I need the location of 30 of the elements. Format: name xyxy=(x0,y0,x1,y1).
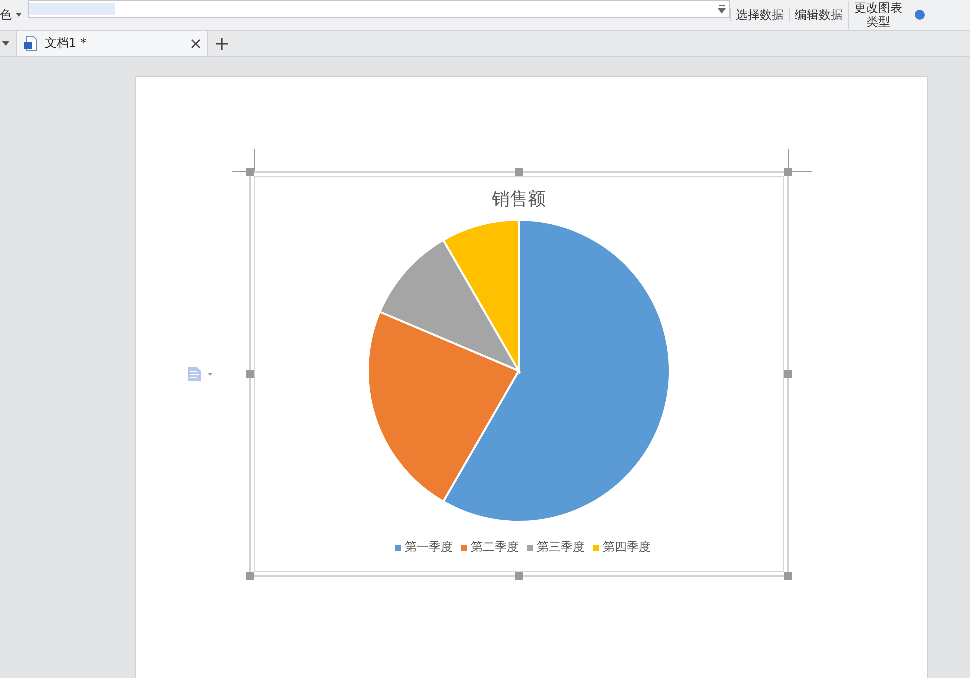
dropdown-icon[interactable] xyxy=(718,4,726,14)
layout-options-icon[interactable] xyxy=(188,367,214,381)
document-tab[interactable]: 文档1 * xyxy=(16,31,208,56)
legend-label: 第一季度 xyxy=(405,539,453,556)
color-label[interactable]: 色 xyxy=(0,6,12,24)
caret-icon[interactable] xyxy=(2,41,10,46)
chart-title: 销售额 xyxy=(492,188,546,211)
resize-handle[interactable] xyxy=(515,572,523,580)
corner-mark-icon xyxy=(788,149,812,173)
input-field[interactable] xyxy=(28,0,730,18)
chart-frame[interactable]: 销售额 第一季度 第二季度 第三季度 第四季度 xyxy=(249,171,789,577)
corner-mark-icon xyxy=(232,149,256,173)
legend-label: 第四季度 xyxy=(603,539,651,556)
caret-icon xyxy=(16,13,22,17)
resize-handle[interactable] xyxy=(246,572,254,580)
document-icon xyxy=(23,36,39,52)
toolbar-button[interactable]: 选择数据 xyxy=(730,8,789,22)
resize-handle[interactable] xyxy=(515,168,523,176)
close-icon[interactable] xyxy=(191,38,201,48)
resize-handle[interactable] xyxy=(784,370,792,378)
toolbar-button[interactable]: 更改图表类型 xyxy=(848,1,908,29)
add-icon[interactable] xyxy=(216,38,228,50)
resize-handle[interactable] xyxy=(246,168,254,176)
tab-label: 文档1 * xyxy=(45,35,88,52)
resize-handle[interactable] xyxy=(784,572,792,580)
toolbar-button[interactable]: 编辑数据 xyxy=(789,8,848,22)
legend-label: 第三季度 xyxy=(537,539,585,556)
resize-handle[interactable] xyxy=(784,168,792,176)
resize-handle[interactable] xyxy=(246,370,254,378)
legend-label: 第二季度 xyxy=(471,539,519,556)
